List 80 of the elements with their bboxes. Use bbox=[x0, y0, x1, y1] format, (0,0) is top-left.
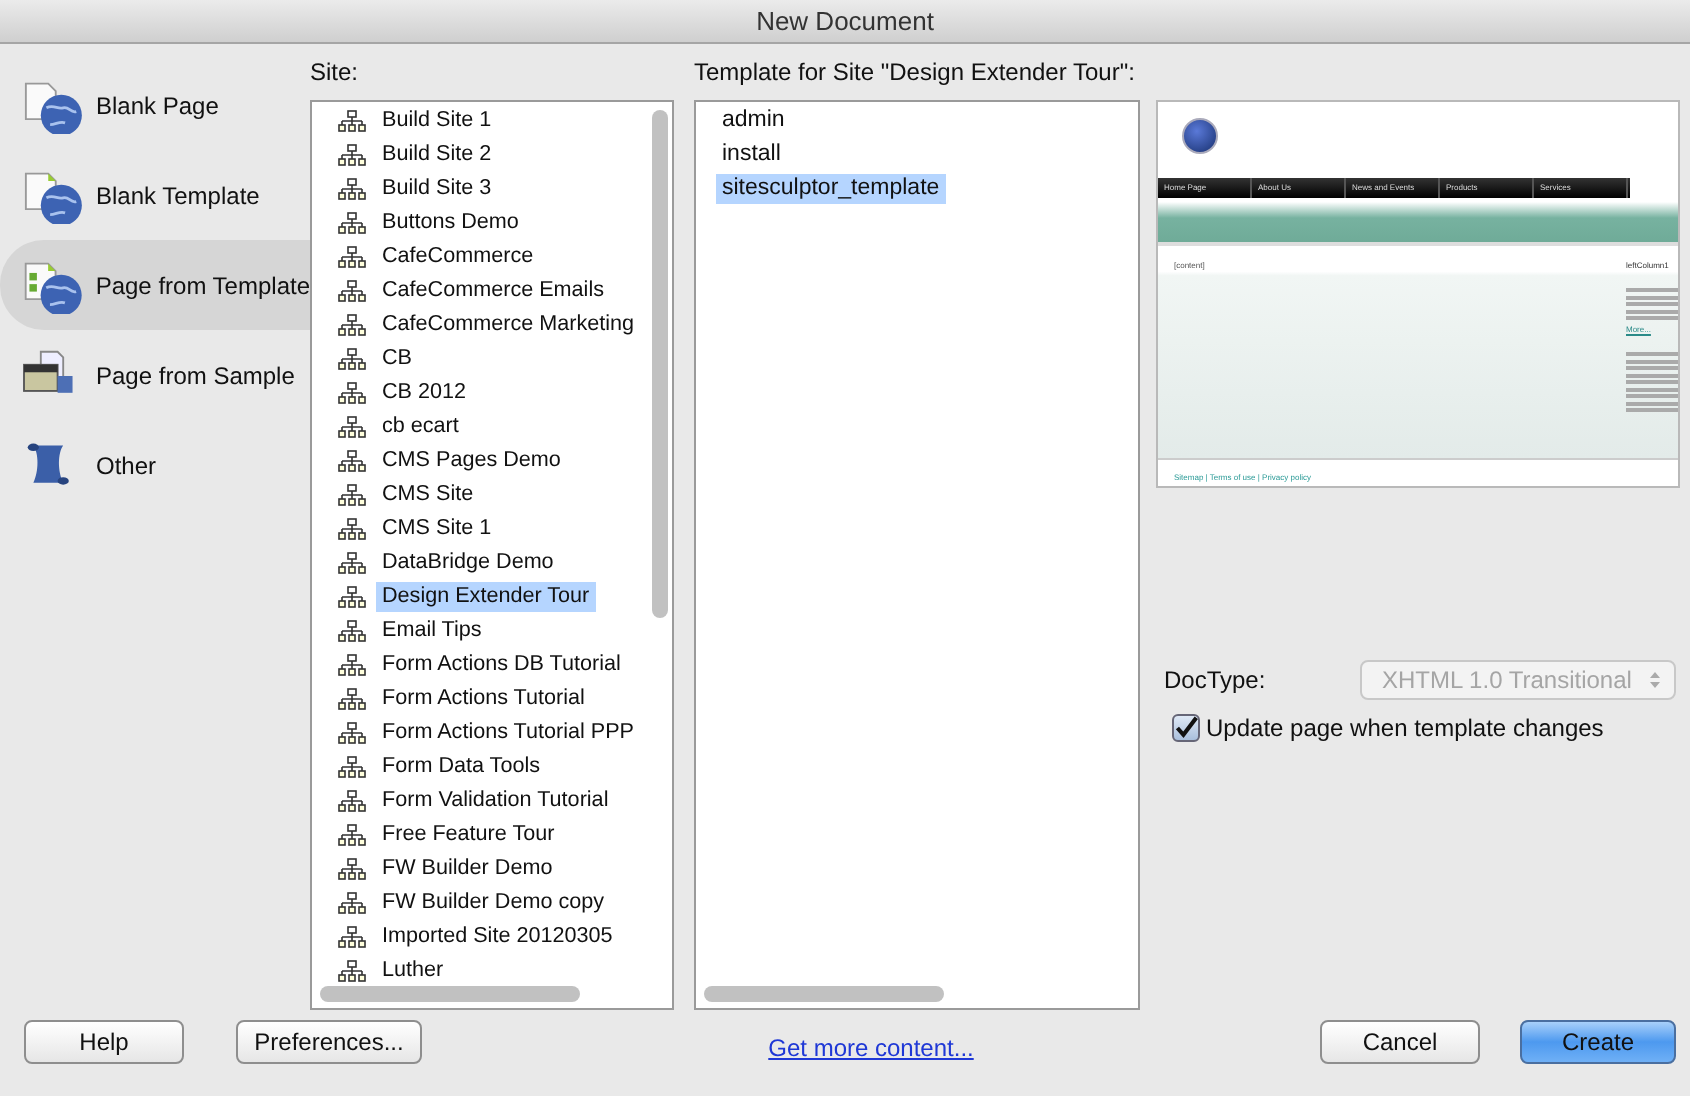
site-item[interactable]: CafeCommerce Emails bbox=[312, 274, 672, 308]
site-item[interactable]: Luther bbox=[312, 954, 672, 988]
site-tree-icon bbox=[338, 178, 366, 200]
site-item[interactable]: FW Builder Demo bbox=[312, 852, 672, 886]
site-item[interactable]: FW Builder Demo copy bbox=[312, 886, 672, 920]
template-globe-icon bbox=[20, 257, 84, 313]
site-tree-icon bbox=[338, 416, 366, 438]
site-item[interactable]: CMS Site bbox=[312, 478, 672, 512]
window-title: New Document bbox=[756, 6, 934, 36]
update-label: Update page when template changes bbox=[1206, 712, 1604, 746]
site-item[interactable]: Build Site 3 bbox=[312, 172, 672, 206]
site-tree-icon bbox=[338, 552, 366, 574]
site-item[interactable]: CB bbox=[312, 342, 672, 376]
site-item[interactable]: Email Tips bbox=[312, 614, 672, 648]
site-item[interactable]: Form Actions Tutorial bbox=[312, 682, 672, 716]
site-item[interactable]: CafeCommerce Marketing bbox=[312, 308, 672, 342]
site-item[interactable]: CafeCommerce bbox=[312, 240, 672, 274]
get-more-content-link[interactable]: Get more content... bbox=[768, 1034, 974, 1062]
site-tree-icon bbox=[338, 688, 366, 710]
site-tree-icon bbox=[338, 518, 366, 540]
category-item[interactable]: Blank Template bbox=[0, 150, 310, 240]
site-item[interactable]: Form Validation Tutorial bbox=[312, 784, 672, 818]
text-lines-drawing bbox=[1626, 352, 1678, 412]
category-item[interactable]: Page from Template bbox=[0, 240, 310, 330]
category-item[interactable]: Page from Sample bbox=[0, 330, 310, 420]
site-tree-icon bbox=[338, 858, 366, 880]
template-label: Template for Site "Design Extender Tour": bbox=[694, 58, 1135, 86]
site-tree-icon bbox=[338, 280, 366, 302]
site-tree-icon bbox=[338, 144, 366, 166]
site-item[interactable]: DataBridge Demo bbox=[312, 546, 672, 580]
cancel-button[interactable]: Cancel bbox=[1320, 1020, 1480, 1064]
site-tree-icon bbox=[338, 620, 366, 642]
site-tree-icon bbox=[338, 314, 366, 336]
site-item[interactable]: CMS Site 1 bbox=[312, 512, 672, 546]
site-tree-icon bbox=[338, 960, 366, 982]
scroll-thumb[interactable] bbox=[704, 986, 944, 1002]
scroll-thumb[interactable] bbox=[652, 110, 668, 618]
site-tree-icon bbox=[338, 110, 366, 132]
site-tree-icon bbox=[338, 246, 366, 268]
site-item[interactable]: cb ecart bbox=[312, 410, 672, 444]
category-item[interactable]: Other bbox=[0, 420, 310, 510]
site-item[interactable]: Build Site 2 bbox=[312, 138, 672, 172]
site-item[interactable]: Imported Site 20120305 bbox=[312, 920, 672, 954]
site-item[interactable]: Form Actions DB Tutorial bbox=[312, 648, 672, 682]
site-tree-icon bbox=[338, 586, 366, 608]
site-item[interactable]: Build Site 1 bbox=[312, 104, 672, 138]
template-item[interactable]: sitesculptor_template bbox=[696, 172, 1138, 206]
site-tree-icon bbox=[338, 790, 366, 812]
site-label: Site: bbox=[310, 58, 359, 86]
logo-icon bbox=[1182, 118, 1218, 154]
updown-arrows-icon bbox=[1648, 670, 1662, 690]
update-checkbox[interactable] bbox=[1172, 714, 1200, 742]
preferences-button[interactable]: Preferences... bbox=[236, 1020, 422, 1064]
site-tree-icon bbox=[338, 892, 366, 914]
site-item[interactable]: Buttons Demo bbox=[312, 206, 672, 240]
site-tree-icon bbox=[338, 654, 366, 676]
page-globe-icon bbox=[20, 167, 84, 223]
site-tree-icon bbox=[338, 824, 366, 846]
scroll-thumb[interactable] bbox=[320, 986, 580, 1002]
page-globe-icon bbox=[20, 77, 84, 133]
site-item[interactable]: Free Feature Tour bbox=[312, 818, 672, 852]
template-item[interactable]: admin bbox=[696, 104, 1138, 138]
site-tree-icon bbox=[338, 926, 366, 948]
site-tree-icon bbox=[338, 212, 366, 234]
site-item[interactable]: CMS Pages Demo bbox=[312, 444, 672, 478]
help-button[interactable]: Help bbox=[24, 1020, 184, 1064]
site-tree-icon bbox=[338, 722, 366, 744]
create-button[interactable]: Create bbox=[1520, 1020, 1676, 1064]
site-item[interactable]: Form Actions Tutorial PPP bbox=[312, 716, 672, 750]
site-item[interactable]: Form Data Tools bbox=[312, 750, 672, 784]
site-tree-icon bbox=[338, 382, 366, 404]
site-tree-icon bbox=[338, 450, 366, 472]
site-tree-icon bbox=[338, 484, 366, 506]
doctype-label: DocType: bbox=[1162, 664, 1268, 698]
site-tree-icon bbox=[338, 348, 366, 370]
template-item[interactable]: install bbox=[696, 138, 1138, 172]
site-item[interactable]: CB 2012 bbox=[312, 376, 672, 410]
site-tree-icon bbox=[338, 756, 366, 778]
text-lines-drawing bbox=[1626, 288, 1678, 320]
category-item[interactable]: Blank Page bbox=[0, 60, 310, 150]
